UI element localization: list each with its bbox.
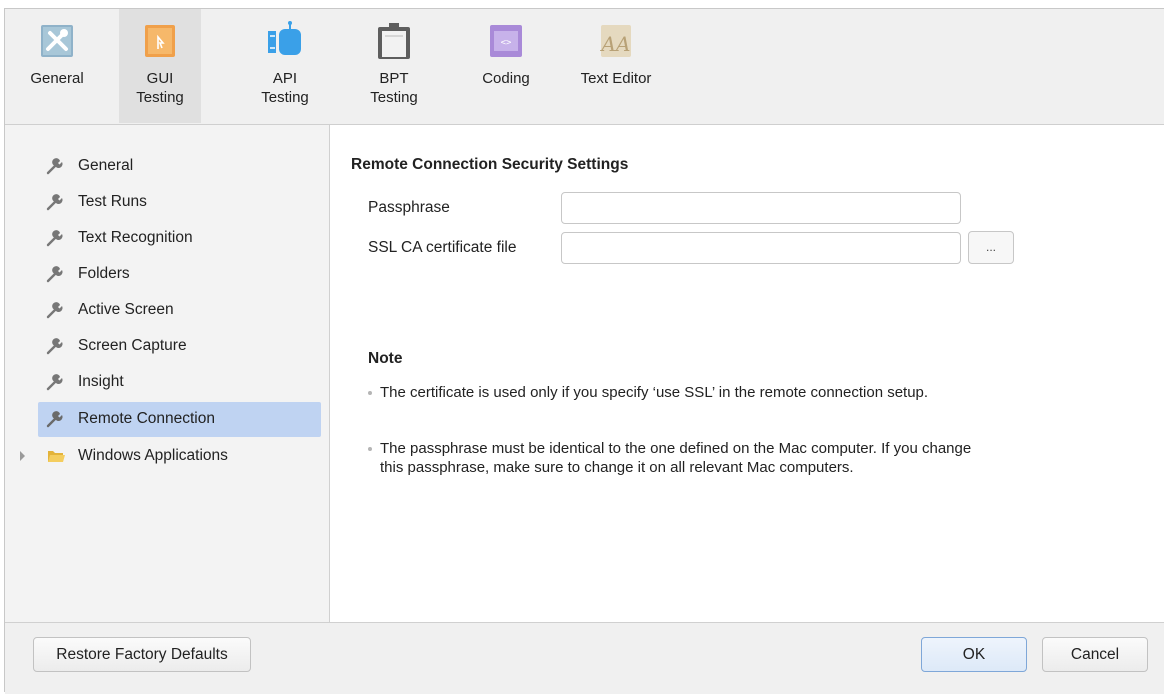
settings-panel: Remote Connection Security Settings Pass… xyxy=(330,125,1164,622)
sidebar-item-label: Text Recognition xyxy=(78,229,193,246)
browse-button[interactable]: ... xyxy=(968,231,1014,264)
svg-text:AA: AA xyxy=(600,32,631,56)
wrench-icon xyxy=(46,302,63,319)
section-title: Remote Connection Security Settings xyxy=(351,156,629,173)
passphrase-label: Passphrase xyxy=(368,199,450,216)
sidebar-item-insight[interactable]: Insight xyxy=(38,365,321,400)
bullet-dot xyxy=(368,447,372,451)
folder-icon xyxy=(48,451,65,462)
wrench-icon xyxy=(46,374,63,391)
tab-text-editor-label: Text Editor xyxy=(580,70,652,87)
sidebar-item-label: Screen Capture xyxy=(78,337,187,354)
note-title: Note xyxy=(368,350,403,367)
tools-icon xyxy=(41,25,73,57)
sidebar-item-text-recognition[interactable]: Text Recognition xyxy=(38,221,321,256)
wrench-icon xyxy=(46,230,63,247)
tab-coding[interactable]: <> Coding xyxy=(470,9,542,123)
wrench-icon xyxy=(46,411,63,428)
svg-text:<>: <> xyxy=(501,38,512,48)
cancel-button[interactable]: Cancel xyxy=(1042,637,1148,672)
sidebar-item-screen-capture[interactable]: Screen Capture xyxy=(38,329,321,364)
sidebar-item-label: General xyxy=(78,157,134,174)
tab-gui-testing[interactable]: GUI Testing xyxy=(119,9,201,123)
wrench-icon xyxy=(46,266,63,283)
dialog-footer: Restore Factory Defaults OK Cancel xyxy=(5,622,1164,694)
tab-general-label: General xyxy=(30,70,84,87)
api-testing-icon xyxy=(268,21,301,55)
sidebar-item-label: Active Screen xyxy=(78,301,174,318)
category-toolbar: General GUI Testing API Testing BPT Test… xyxy=(5,9,1164,125)
sidebar-item-label: Windows Applications xyxy=(78,447,228,464)
sidebar-item-folders[interactable]: Folders xyxy=(38,257,321,292)
tab-bpt-testing[interactable]: BPT Testing xyxy=(355,9,433,123)
restore-defaults-button[interactable]: Restore Factory Defaults xyxy=(33,637,251,672)
note-bullet-text: The passphrase must be identical to the … xyxy=(380,440,972,476)
sidebar-item-remote-connection[interactable]: Remote Connection xyxy=(38,402,321,437)
tab-bpt-testing-label: BPT Testing xyxy=(370,70,418,106)
sidebar-item-active-screen[interactable]: Active Screen xyxy=(38,293,321,328)
ssl-ca-file-input[interactable] xyxy=(561,232,961,264)
expand-arrow-icon[interactable] xyxy=(20,451,25,461)
options-tree: General Test Runs Text Recognition Folde… xyxy=(5,125,330,622)
text-editor-icon: AA xyxy=(600,25,631,57)
ssl-ca-file-label: SSL CA certificate file xyxy=(368,239,517,256)
sidebar-item-label: Remote Connection xyxy=(78,410,215,427)
passphrase-input[interactable] xyxy=(561,192,961,224)
sidebar-item-general[interactable]: General xyxy=(38,149,321,184)
tab-coding-label: Coding xyxy=(482,70,530,87)
tab-text-editor[interactable]: AA Text Editor xyxy=(563,9,669,123)
tab-api-testing-label: API Testing xyxy=(261,70,309,106)
bpt-testing-icon xyxy=(378,23,410,59)
sidebar-item-test-runs[interactable]: Test Runs xyxy=(38,185,321,220)
ok-button[interactable]: OK xyxy=(921,637,1027,672)
note-bullet: The certificate is used only if you spec… xyxy=(368,383,988,402)
sidebar-item-label: Folders xyxy=(78,265,130,282)
wrench-icon xyxy=(46,338,63,355)
tab-general[interactable]: General xyxy=(15,9,99,123)
gui-testing-icon xyxy=(145,25,175,57)
sidebar-item-windows-applications[interactable]: Windows Applications xyxy=(20,439,321,474)
note-bullet-text: The certificate is used only if you spec… xyxy=(380,384,929,401)
sidebar-item-label: Insight xyxy=(78,373,124,390)
wrench-icon xyxy=(46,194,63,211)
wrench-icon xyxy=(46,158,63,175)
note-bullet: The passphrase must be identical to the … xyxy=(368,439,988,477)
options-dialog: General GUI Testing API Testing BPT Test… xyxy=(4,8,1164,694)
sidebar-item-label: Test Runs xyxy=(78,193,147,210)
coding-icon: <> xyxy=(490,25,522,57)
tab-gui-testing-label: GUI Testing xyxy=(136,70,184,106)
tab-api-testing[interactable]: API Testing xyxy=(245,9,325,123)
bullet-dot xyxy=(368,391,372,395)
